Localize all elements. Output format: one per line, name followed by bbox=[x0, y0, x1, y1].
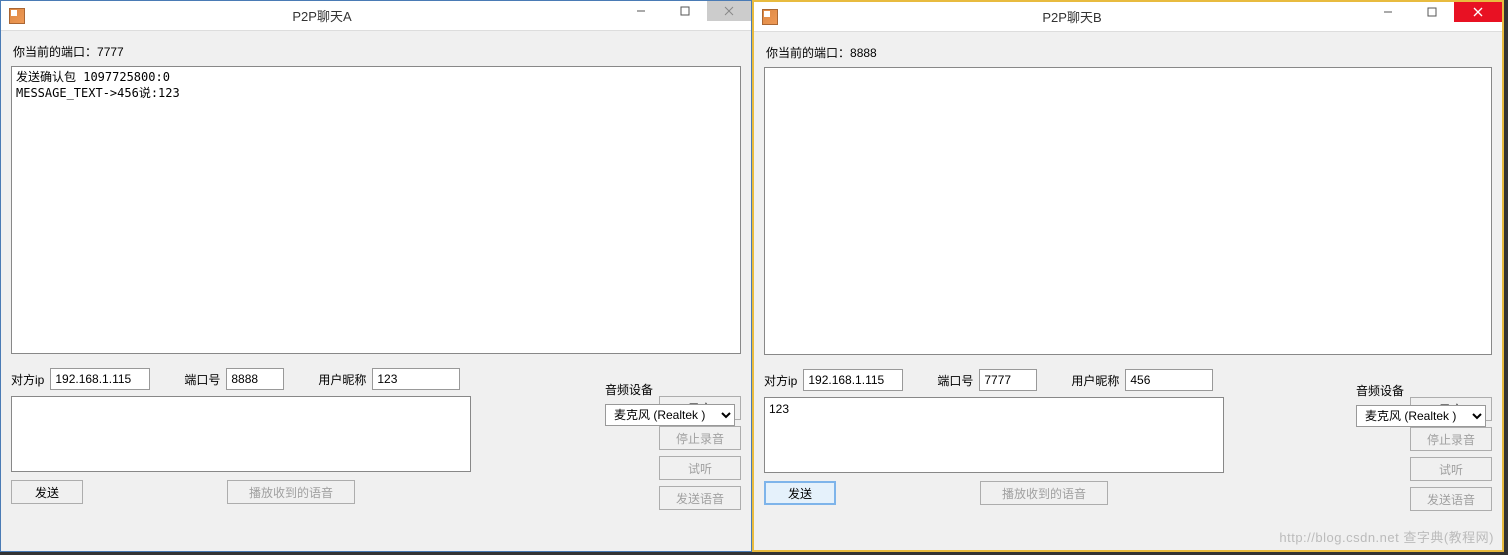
peer-ip-label: 对方ip bbox=[764, 372, 797, 389]
message-input[interactable] bbox=[11, 396, 471, 472]
window-controls bbox=[619, 1, 751, 30]
stop-record-button[interactable]: 停止录音 bbox=[659, 426, 741, 450]
window-controls bbox=[1366, 2, 1502, 31]
close-button[interactable] bbox=[1454, 2, 1502, 22]
audio-device-label: 音频设备 bbox=[1356, 382, 1486, 399]
peer-ip-input[interactable] bbox=[803, 369, 903, 391]
window-title: P2P聊天A bbox=[25, 6, 619, 25]
app-icon bbox=[762, 9, 778, 25]
peer-port-input[interactable] bbox=[226, 368, 284, 390]
current-port-label: 你当前的端口：8888 bbox=[766, 44, 1492, 61]
message-input[interactable] bbox=[764, 397, 1224, 473]
chat-log[interactable] bbox=[764, 67, 1492, 355]
app-icon bbox=[9, 8, 25, 24]
window-title: P2P聊天B bbox=[778, 7, 1366, 26]
message-area: 发送 播放收到的语音 bbox=[11, 396, 629, 510]
peer-port-label: 端口号 bbox=[184, 371, 220, 388]
client-area: 你当前的端口：8888 对方ip 端口号 用户昵称 发送 播放收到的语音 录音 bbox=[754, 32, 1502, 550]
client-area: 你当前的端口：7777 发送确认包 1097725800:0 MESSAGE_T… bbox=[1, 31, 751, 551]
nickname-label: 用户昵称 bbox=[318, 371, 366, 388]
minimize-button[interactable] bbox=[1366, 2, 1410, 22]
message-area: 发送 播放收到的语音 bbox=[764, 397, 1380, 511]
send-button[interactable]: 发送 bbox=[764, 481, 836, 505]
send-row: 发送 播放收到的语音 bbox=[11, 480, 629, 504]
preview-button[interactable]: 试听 bbox=[1410, 457, 1492, 481]
nickname-input[interactable] bbox=[1125, 369, 1213, 391]
peer-port-input[interactable] bbox=[979, 369, 1037, 391]
audio-device-select[interactable]: 麦克风 (Realtek ) bbox=[1356, 405, 1486, 427]
send-button[interactable]: 发送 bbox=[11, 480, 83, 504]
nickname-label: 用户昵称 bbox=[1071, 372, 1119, 389]
audio-section: 音频设备 麦克风 (Realtek ) bbox=[1356, 382, 1486, 427]
titlebar[interactable]: P2P聊天A bbox=[1, 1, 751, 31]
chat-log[interactable]: 发送确认包 1097725800:0 MESSAGE_TEXT->456说:12… bbox=[11, 66, 741, 354]
play-received-button[interactable]: 播放收到的语音 bbox=[227, 480, 355, 504]
window-a: P2P聊天A 你当前的端口：7777 发送确认包 1097725800:0 ME… bbox=[0, 0, 752, 552]
close-button[interactable] bbox=[707, 1, 751, 21]
peer-ip-label: 对方ip bbox=[11, 371, 44, 388]
audio-device-label: 音频设备 bbox=[605, 381, 735, 398]
audio-section: 音频设备 麦克风 (Realtek ) bbox=[605, 381, 735, 426]
send-voice-button[interactable]: 发送语音 bbox=[1410, 487, 1492, 511]
titlebar[interactable]: P2P聊天B bbox=[754, 2, 1502, 32]
stop-record-button[interactable]: 停止录音 bbox=[1410, 427, 1492, 451]
maximize-button[interactable] bbox=[663, 1, 707, 21]
window-b: P2P聊天B 你当前的端口：8888 对方ip 端口号 用户昵称 发送 bbox=[752, 0, 1504, 552]
send-voice-button[interactable]: 发送语音 bbox=[659, 486, 741, 510]
preview-button[interactable]: 试听 bbox=[659, 456, 741, 480]
watermark: http://blog.csdn.net 查字典(教程网) bbox=[1279, 527, 1494, 546]
peer-port-label: 端口号 bbox=[937, 372, 973, 389]
minimize-button[interactable] bbox=[619, 1, 663, 21]
current-port-label: 你当前的端口：7777 bbox=[13, 43, 741, 60]
peer-ip-input[interactable] bbox=[50, 368, 150, 390]
send-row: 发送 播放收到的语音 bbox=[764, 481, 1380, 505]
maximize-button[interactable] bbox=[1410, 2, 1454, 22]
nickname-input[interactable] bbox=[372, 368, 460, 390]
play-received-button[interactable]: 播放收到的语音 bbox=[980, 481, 1108, 505]
audio-device-select[interactable]: 麦克风 (Realtek ) bbox=[605, 404, 735, 426]
